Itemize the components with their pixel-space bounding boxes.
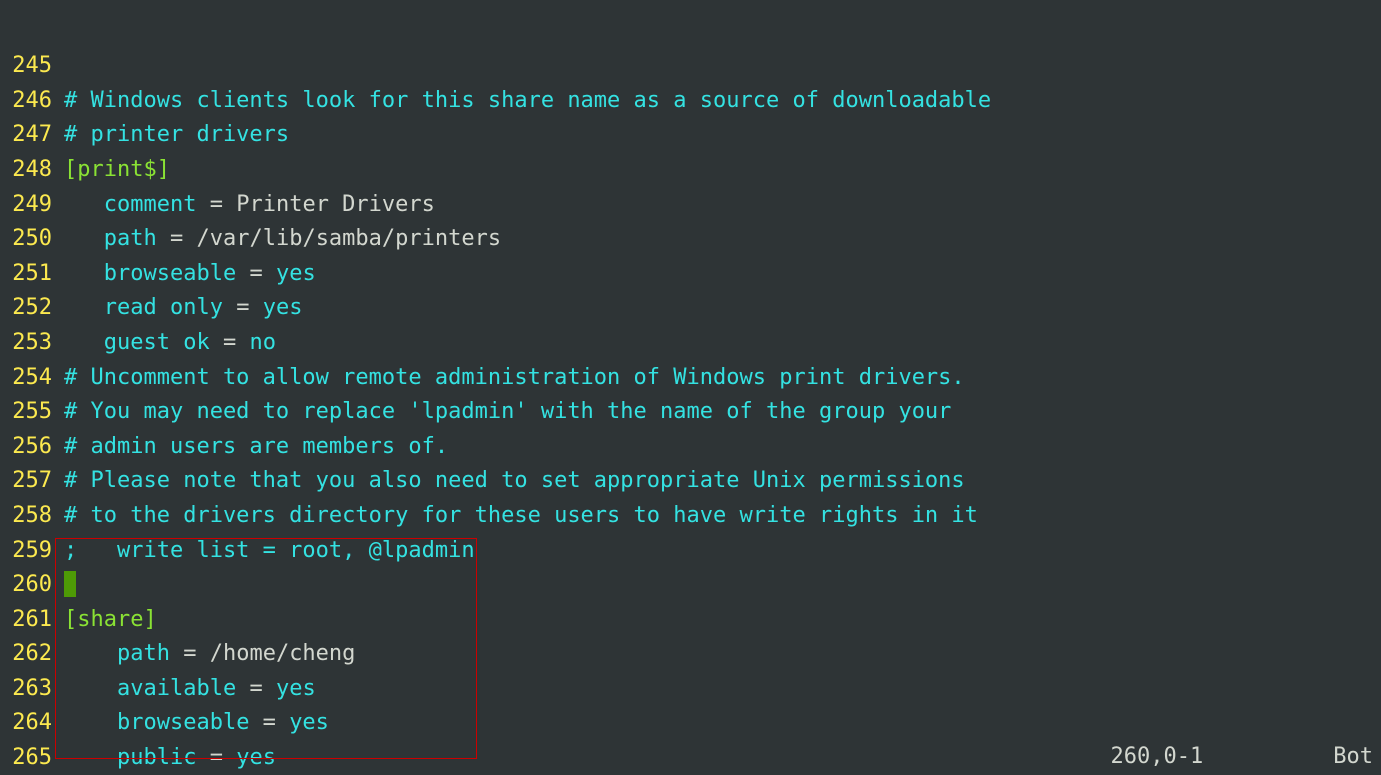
terminal-editor[interactable]: 245246 # Windows clients look for this sh… — [0, 0, 1381, 775]
line-number: 261 — [0, 603, 52, 638]
code-line[interactable]: 259 ; write list = root, @lpadmin — [0, 534, 1381, 569]
line-number: 247 — [0, 118, 52, 153]
code-line[interactable]: 257 # Please note that you also need to s… — [0, 464, 1381, 499]
line-number: 248 — [0, 153, 52, 188]
line-number: 258 — [0, 499, 52, 534]
line-content[interactable]: guest ok = no — [64, 326, 1381, 361]
code-line[interactable]: 251 browseable = yes — [0, 257, 1381, 292]
line-content[interactable] — [64, 568, 1381, 603]
line-number: 257 — [0, 464, 52, 499]
code-line[interactable]: 249 comment = Printer Drivers — [0, 188, 1381, 223]
code-line[interactable]: 264 browseable = yes — [0, 706, 1381, 741]
line-content[interactable]: path = /var/lib/samba/printers — [64, 222, 1381, 257]
line-number: 256 — [0, 430, 52, 465]
code-line[interactable]: 258 # to the drivers directory for these … — [0, 499, 1381, 534]
line-number: 260 — [0, 568, 52, 603]
code-line[interactable]: 255 # You may need to replace 'lpadmin' w… — [0, 395, 1381, 430]
line-number: 262 — [0, 637, 52, 672]
line-content[interactable]: # Uncomment to allow remote administrati… — [64, 361, 1381, 396]
code-lines[interactable]: 245246 # Windows clients look for this sh… — [0, 49, 1381, 775]
scroll-indicator: Bot — [1333, 740, 1381, 775]
line-number: 253 — [0, 326, 52, 361]
line-number: 252 — [0, 291, 52, 326]
code-line[interactable]: 262 path = /home/cheng — [0, 637, 1381, 672]
line-content[interactable]: browseable = yes — [64, 706, 1381, 741]
line-content[interactable]: # printer drivers — [64, 118, 1381, 153]
cursor — [64, 571, 76, 597]
line-number: 250 — [0, 222, 52, 257]
line-content[interactable]: # to the drivers directory for these use… — [64, 499, 1381, 534]
line-content[interactable]: [print$] — [64, 153, 1381, 188]
line-content[interactable]: ; write list = root, @lpadmin — [64, 534, 1381, 569]
line-content[interactable]: path = /home/cheng — [64, 637, 1381, 672]
code-line[interactable]: 263 available = yes — [0, 672, 1381, 707]
code-line[interactable]: 261 [share] — [0, 603, 1381, 638]
line-number: 264 — [0, 706, 52, 741]
line-number: 249 — [0, 188, 52, 223]
line-content[interactable]: # admin users are members of. — [64, 430, 1381, 465]
line-content[interactable]: [share] — [64, 603, 1381, 638]
line-content[interactable]: # You may need to replace 'lpadmin' with… — [64, 395, 1381, 430]
line-number: 246 — [0, 84, 52, 119]
code-line[interactable]: 246 # Windows clients look for this share… — [0, 84, 1381, 119]
code-line[interactable]: 260 — [0, 568, 1381, 603]
line-number: 263 — [0, 672, 52, 707]
code-line[interactable]: 254 # Uncomment to allow remote administr… — [0, 361, 1381, 396]
line-number: 254 — [0, 361, 52, 396]
line-number: 259 — [0, 534, 52, 569]
code-line[interactable]: 250 path = /var/lib/samba/printers — [0, 222, 1381, 257]
cursor-position: 260,0-1 — [1111, 740, 1334, 775]
code-line[interactable]: 247 # printer drivers — [0, 118, 1381, 153]
line-content[interactable]: available = yes — [64, 672, 1381, 707]
line-number: 245 — [0, 49, 52, 84]
line-number: 255 — [0, 395, 52, 430]
line-number: 251 — [0, 257, 52, 292]
code-line[interactable]: 245 — [0, 49, 1381, 84]
line-content[interactable]: comment = Printer Drivers — [64, 188, 1381, 223]
vim-status-bar: 260,0-1 Bot — [0, 740, 1381, 775]
line-content[interactable]: # Windows clients look for this share na… — [64, 84, 1381, 119]
code-line[interactable]: 248 [print$] — [0, 153, 1381, 188]
code-line[interactable]: 256 # admin users are members of. — [0, 430, 1381, 465]
code-line[interactable]: 252 read only = yes — [0, 291, 1381, 326]
code-line[interactable]: 253 guest ok = no — [0, 326, 1381, 361]
line-content[interactable]: read only = yes — [64, 291, 1381, 326]
line-content[interactable]: # Please note that you also need to set … — [64, 464, 1381, 499]
line-content[interactable]: browseable = yes — [64, 257, 1381, 292]
